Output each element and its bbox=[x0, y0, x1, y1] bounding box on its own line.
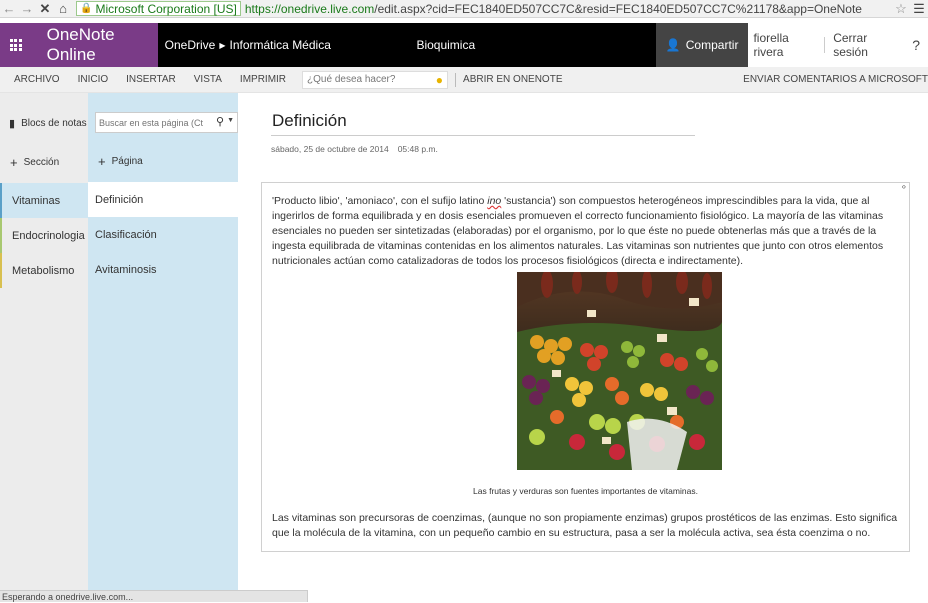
lightbulb-icon: ● bbox=[435, 72, 444, 87]
page-search-box[interactable]: ⚲ ▼ bbox=[95, 112, 238, 133]
breadcrumb-folder[interactable]: Informática Médica bbox=[230, 38, 331, 52]
url-path: /edit.aspx?cid=FEC1840ED507CC7C&resid=FE… bbox=[374, 1, 862, 16]
section-item-endocrinologia[interactable]: Endocrinologia bbox=[0, 218, 88, 253]
user-name[interactable]: fiorella rivera bbox=[748, 31, 824, 59]
page-item-clasificacion[interactable]: Clasificación bbox=[88, 217, 238, 252]
user-area: fiorella rivera Cerrar sesión ? bbox=[748, 23, 928, 67]
page-item-avitaminosis[interactable]: Avitaminosis bbox=[88, 252, 238, 287]
fruit-market-image[interactable] bbox=[517, 272, 722, 470]
search-icon[interactable]: ⚲ bbox=[216, 115, 224, 128]
stop-icon[interactable]: ✕ bbox=[36, 0, 54, 18]
notebooks-label: Blocs de notas bbox=[21, 117, 87, 129]
paragraph-coenzymes[interactable]: Las vitaminas son precursoras de coenzim… bbox=[272, 511, 908, 541]
url-host: https://onedrive.live.com bbox=[244, 1, 375, 16]
notebooks-button[interactable]: ▮ Blocs de notas bbox=[0, 93, 88, 153]
spelling-flagged-word: ino bbox=[487, 195, 502, 207]
app-launcher-icon[interactable] bbox=[0, 23, 32, 67]
share-person-icon: 👤 bbox=[665, 38, 681, 52]
tell-me-input[interactable]: ¿Qué desea hacer? ● bbox=[302, 70, 449, 89]
tab-archivo[interactable]: ARCHIVO bbox=[0, 74, 69, 85]
send-feedback-link[interactable]: ENVIAR COMENTARIOS A MICROSOFT bbox=[743, 74, 928, 85]
share-label: Compartir bbox=[685, 38, 739, 52]
signout-link[interactable]: Cerrar sesión bbox=[825, 31, 908, 59]
address-bar[interactable]: 🔒 Microsoft Corporation [US] https://one… bbox=[76, 1, 892, 17]
para1-text-start: 'Producto libio', 'amoniaco', con el suf… bbox=[272, 195, 488, 207]
tab-imprimir[interactable]: IMPRIMIR bbox=[231, 74, 295, 85]
app-name[interactable]: OneNote Online bbox=[31, 23, 158, 67]
browser-menu-icon[interactable]: ☰ bbox=[910, 1, 928, 17]
document-title: Bioquimica bbox=[416, 38, 476, 52]
page-date: sábado, 25 de octubre de 2014 bbox=[271, 144, 389, 154]
image-caption[interactable]: Las frutas y verduras son fuentes import… bbox=[262, 486, 909, 496]
notebook-icon: ▮ bbox=[9, 117, 16, 130]
tell-me-placeholder: ¿Qué desea hacer? bbox=[307, 74, 396, 85]
note-outline[interactable]: ‹› 'Producto libio', 'amoniaco', con el … bbox=[261, 182, 910, 552]
page-timestamp: sábado, 25 de octubre de 2014 05:48 p.m. bbox=[271, 144, 438, 154]
breadcrumb-separator-icon: ▶ bbox=[219, 40, 226, 50]
tab-insertar[interactable]: INSERTAR bbox=[117, 74, 185, 85]
breadcrumb-onedrive[interactable]: OneDrive bbox=[165, 38, 216, 52]
help-icon[interactable]: ? bbox=[908, 37, 928, 53]
share-button[interactable]: 👤 Compartir bbox=[655, 23, 749, 67]
ribbon: ARCHIVO INICIO INSERTAR VISTA IMPRIMIR ¿… bbox=[0, 67, 928, 93]
add-page-label: Página bbox=[111, 155, 143, 167]
browser-status-bar: Esperando a onedrive.live.com... bbox=[0, 590, 308, 602]
ev-certificate-label: Microsoft Corporation [US] bbox=[95, 1, 237, 16]
page-title[interactable]: Definición bbox=[271, 111, 695, 136]
breadcrumb: OneDrive ▶ Informática Médica bbox=[158, 38, 417, 52]
lock-icon: 🔒 bbox=[80, 3, 93, 14]
browser-toolbar: ← → ✕ ⌂ 🔒 Microsoft Corporation [US] htt… bbox=[0, 0, 928, 18]
pages-pane: ⚲ ▼ + Página Definición Clasificación Av… bbox=[88, 93, 238, 602]
paragraph-definition[interactable]: 'Producto libio', 'amoniaco', con el suf… bbox=[272, 194, 908, 269]
app-bar: OneNote Online OneDrive ▶ Informática Mé… bbox=[0, 23, 928, 67]
bookmark-star-icon[interactable]: ☆ bbox=[892, 1, 910, 17]
add-section-label: Sección bbox=[23, 156, 60, 168]
page-time: 05:48 p.m. bbox=[397, 144, 438, 154]
sections-pane: ▮ Blocs de notas + Sección Vitaminas End… bbox=[0, 93, 88, 602]
tab-inicio[interactable]: INICIO bbox=[69, 74, 118, 85]
back-arrow-icon[interactable]: ← bbox=[0, 0, 18, 18]
forward-arrow-icon[interactable]: → bbox=[18, 0, 36, 18]
ribbon-divider bbox=[455, 72, 457, 87]
section-item-metabolismo[interactable]: Metabolismo bbox=[0, 253, 88, 288]
outline-resize-handle-icon[interactable]: ‹› bbox=[902, 182, 906, 191]
ev-certificate-badge[interactable]: 🔒 Microsoft Corporation [US] bbox=[76, 1, 241, 16]
tab-vista[interactable]: VISTA bbox=[185, 74, 231, 85]
add-section-button[interactable]: + Sección bbox=[0, 153, 88, 171]
plus-icon: + bbox=[10, 154, 18, 170]
add-page-button[interactable]: + Página bbox=[88, 152, 238, 170]
page-item-definicion[interactable]: Definición bbox=[88, 182, 238, 217]
plus-icon: + bbox=[98, 153, 106, 169]
home-icon[interactable]: ⌂ bbox=[54, 0, 72, 18]
chevron-down-icon[interactable]: ▼ bbox=[227, 117, 234, 124]
page-search-input[interactable] bbox=[99, 117, 203, 128]
open-in-onenote-button[interactable]: ABRIR EN ONENOTE bbox=[463, 74, 562, 85]
section-item-vitaminas[interactable]: Vitaminas bbox=[0, 183, 88, 218]
